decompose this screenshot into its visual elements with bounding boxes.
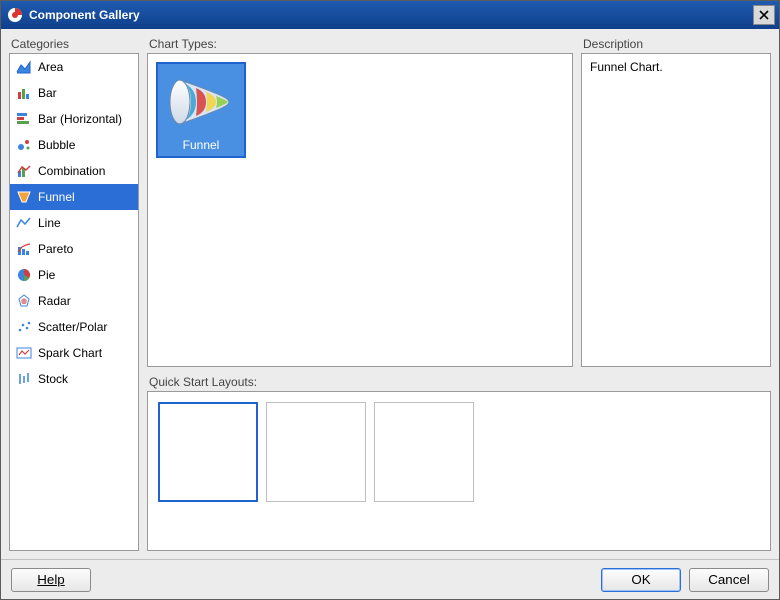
chart-type-label: Funnel: [183, 138, 220, 152]
funnel-chart-icon: [166, 70, 236, 134]
category-item-scatter[interactable]: Scatter/Polar: [10, 314, 138, 340]
category-item-radar[interactable]: Radar: [10, 288, 138, 314]
category-item-label: Combination: [38, 164, 105, 178]
close-button[interactable]: [753, 5, 775, 25]
category-item-combination[interactable]: Combination: [10, 158, 138, 184]
category-item-label: Stock: [38, 372, 68, 386]
titlebar: Component Gallery: [1, 1, 779, 29]
category-item-pie[interactable]: Pie: [10, 262, 138, 288]
quickstart-thumb-0[interactable]: [158, 402, 258, 502]
funnel-icon: [16, 189, 32, 205]
bar-icon: [16, 85, 32, 101]
pareto-icon: [16, 241, 32, 257]
help-button[interactable]: Help: [11, 568, 91, 592]
categories-column: Categories Area Bar Bar (Horizontal) Bubble…: [9, 37, 139, 551]
footer: Help OK Cancel: [1, 559, 779, 599]
line-icon: [16, 215, 32, 231]
category-item-label: Scatter/Polar: [38, 320, 107, 334]
spark-icon: [16, 345, 32, 361]
categories-list[interactable]: Area Bar Bar (Horizontal) Bubble Combination…: [9, 53, 139, 551]
category-item-stock[interactable]: Stock: [10, 366, 138, 392]
quick-start-label: Quick Start Layouts:: [147, 375, 771, 389]
quickstart-thumb-1[interactable]: [266, 402, 366, 502]
category-item-line[interactable]: Line: [10, 210, 138, 236]
content-area: Categories Area Bar Bar (Horizontal) Bubble…: [1, 29, 779, 559]
cancel-button[interactable]: Cancel: [689, 568, 769, 592]
ok-button[interactable]: OK: [601, 568, 681, 592]
category-item-label: Funnel: [38, 190, 75, 204]
stock-icon: [16, 371, 32, 387]
category-item-label: Pareto: [38, 242, 73, 256]
description-section: Description Funnel Chart.: [581, 37, 771, 367]
category-item-funnel[interactable]: Funnel: [10, 184, 138, 210]
category-item-pareto[interactable]: Pareto: [10, 236, 138, 262]
category-item-label: Pie: [38, 268, 55, 282]
chart-types-panel[interactable]: Funnel: [147, 53, 573, 367]
chart-type-thumb-funnel[interactable]: Funnel: [156, 62, 246, 158]
app-icon: [7, 7, 23, 23]
area-icon: [16, 59, 32, 75]
close-icon: [759, 10, 769, 20]
category-item-spark[interactable]: Spark Chart: [10, 340, 138, 366]
category-item-bubble[interactable]: Bubble: [10, 132, 138, 158]
scatter-icon: [16, 319, 32, 335]
quick-start-panel[interactable]: [147, 391, 771, 551]
description-text: Funnel Chart.: [590, 60, 663, 74]
right-column: Chart Types: Funnel Description Funnel C…: [147, 37, 771, 551]
category-item-bar-h[interactable]: Bar (Horizontal): [10, 106, 138, 132]
category-item-label: Area: [38, 60, 63, 74]
category-item-label: Radar: [38, 294, 71, 308]
description-panel: Funnel Chart.: [581, 53, 771, 367]
category-item-label: Bubble: [38, 138, 75, 152]
chart-types-label: Chart Types:: [147, 37, 573, 51]
pie-icon: [16, 267, 32, 283]
radar-icon: [16, 293, 32, 309]
quick-start-section: Quick Start Layouts:: [147, 375, 771, 551]
category-item-label: Bar: [38, 86, 57, 100]
window-title: Component Gallery: [29, 8, 753, 22]
category-item-label: Bar (Horizontal): [38, 112, 122, 126]
category-item-area[interactable]: Area: [10, 54, 138, 80]
description-label: Description: [581, 37, 771, 51]
combination-icon: [16, 163, 32, 179]
category-item-bar[interactable]: Bar: [10, 80, 138, 106]
category-item-label: Spark Chart: [38, 346, 102, 360]
quickstart-thumb-2[interactable]: [374, 402, 474, 502]
chart-types-section: Chart Types: Funnel: [147, 37, 573, 367]
top-row: Chart Types: Funnel Description Funnel C…: [147, 37, 771, 367]
bar-h-icon: [16, 111, 32, 127]
categories-label: Categories: [9, 37, 139, 51]
bubble-icon: [16, 137, 32, 153]
category-item-label: Line: [38, 216, 61, 230]
